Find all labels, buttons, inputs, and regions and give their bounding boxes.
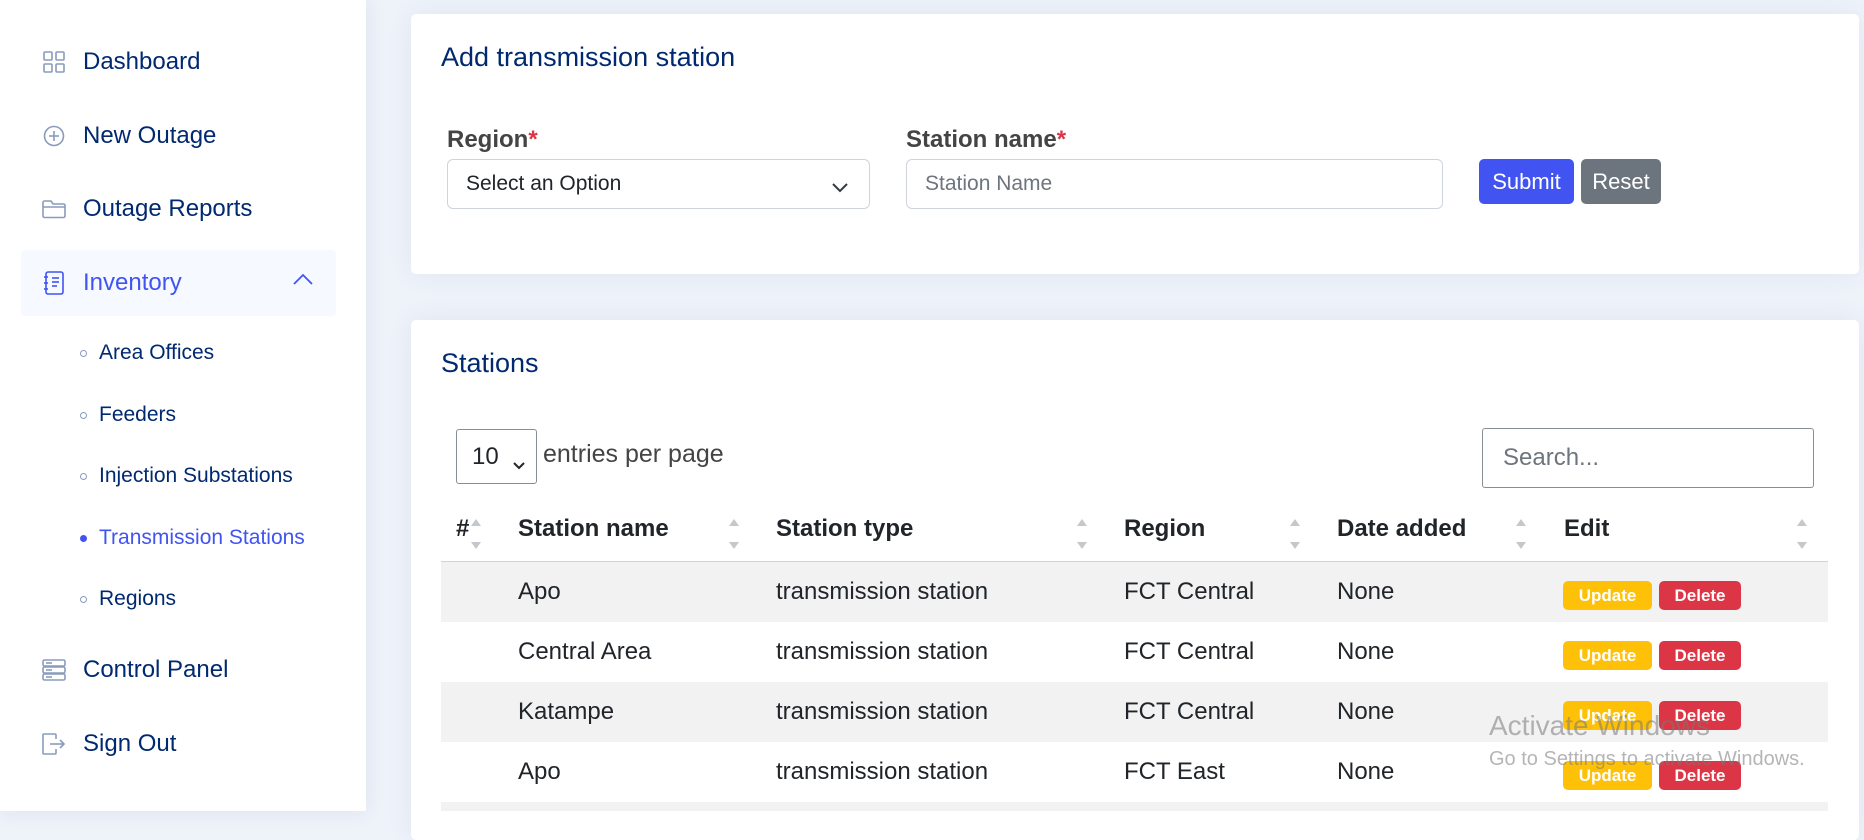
cell-region: FCT East (1124, 758, 1225, 785)
activate-windows-watermark: Activate Windows (1489, 710, 1710, 741)
entries-per-page-label: entries per page (543, 440, 724, 468)
cell-region: FCT Central (1124, 638, 1255, 665)
circle-icon (80, 595, 87, 603)
station-name-label: Station name* (906, 126, 1066, 154)
search-placeholder: Search... (1503, 444, 1600, 471)
column-header-region[interactable]: Region (1124, 515, 1205, 543)
add-station-card: Add transmission station (411, 14, 1859, 274)
sidebar-subitem-injection-substations[interactable]: Injection Substations (80, 456, 293, 496)
sidebar: Dashboard New Outage Outage Reports Inve… (0, 0, 366, 811)
sidebar-item-sign-out[interactable]: Sign Out (21, 711, 336, 777)
station-name-label-text: Station name (906, 126, 1057, 153)
sidebar-subitem-regions[interactable]: Regions (80, 579, 176, 619)
circle-icon (80, 472, 87, 480)
sidebar-item-new-outage[interactable]: New Outage (21, 103, 336, 169)
region-select-value: Select an Option (466, 172, 622, 195)
required-mark: * (528, 126, 538, 153)
box-arrow-right-icon (42, 732, 66, 756)
sidebar-item-label: New Outage (83, 122, 217, 149)
cell-station-type: transmission station (776, 758, 989, 785)
region-select[interactable]: Select an Option (447, 159, 870, 209)
card-title: Add transmission station (441, 42, 736, 72)
column-header-edit[interactable]: Edit (1564, 515, 1609, 543)
sort-icon[interactable] (1289, 517, 1301, 551)
cell-station-name: Apo (518, 578, 561, 605)
cell-station-name: Katampe (518, 698, 615, 725)
sort-icon[interactable] (728, 517, 740, 551)
cell-station-type: transmission station (776, 638, 989, 665)
column-header-station-type[interactable]: Station type (776, 515, 913, 543)
sidebar-item-label: Sign Out (83, 730, 177, 757)
region-label-text: Region (447, 126, 529, 153)
delete-button[interactable]: Delete (1659, 581, 1741, 610)
sidebar-subitem-feeders[interactable]: Feeders (80, 395, 176, 435)
sidebar-subitem-transmission-stations[interactable]: Transmission Stations (80, 518, 305, 558)
cell-region: FCT Central (1124, 578, 1255, 605)
folder-icon (42, 197, 66, 221)
sidebar-subitem-label: Regions (99, 587, 177, 610)
entries-per-page-select[interactable]: 10 (456, 429, 537, 484)
activate-windows-hint: Go to Settings to activate Windows. (1489, 748, 1805, 770)
cell-date-added: None (1337, 578, 1395, 605)
grid-icon (42, 50, 66, 74)
table-row (441, 802, 1828, 811)
sidebar-subitem-label: Injection Substations (99, 464, 293, 487)
sidebar-item-control-panel[interactable]: Control Panel (21, 637, 336, 703)
sidebar-subitem-label: Feeders (99, 403, 177, 426)
region-label: Region* (447, 126, 538, 154)
update-button[interactable]: Update (1563, 641, 1652, 670)
sidebar-subitem-label: Area Offices (99, 341, 215, 364)
plus-circle-icon (42, 124, 66, 148)
cell-region: FCT Central (1124, 698, 1255, 725)
table-row: Central Area transmission station FCT Ce… (441, 622, 1828, 682)
cell-date-added: None (1337, 638, 1395, 665)
required-mark: * (1056, 126, 1067, 153)
search-input[interactable]: Search... (1482, 428, 1814, 488)
update-button[interactable]: Update (1563, 581, 1652, 610)
card-title: Stations (441, 348, 539, 378)
circle-icon (80, 534, 87, 542)
column-header-station-name[interactable]: Station name (518, 515, 669, 543)
server-icon (42, 658, 66, 682)
entries-per-page-value: 10 (472, 442, 499, 470)
sidebar-subitem-label: Transmission Stations (99, 526, 305, 549)
sidebar-item-label: Control Panel (83, 656, 229, 683)
sort-icon[interactable] (1796, 517, 1808, 551)
sort-icon[interactable] (1515, 517, 1527, 551)
column-header-date-added[interactable]: Date added (1337, 515, 1466, 543)
submit-button[interactable]: Submit (1479, 159, 1574, 204)
sidebar-item-label: Inventory (83, 269, 182, 296)
chevron-down-icon (831, 176, 849, 200)
table-row: Apo transmission station FCT Central Non… (441, 562, 1828, 622)
cell-station-type: transmission station (776, 698, 989, 725)
column-header-number[interactable]: # (456, 515, 469, 543)
cell-date-added: None (1337, 758, 1395, 785)
sidebar-subitem-area-offices[interactable]: Area Offices (80, 333, 214, 373)
circle-icon (80, 411, 87, 419)
delete-button[interactable]: Delete (1659, 641, 1741, 670)
sidebar-item-inventory[interactable]: Inventory (21, 250, 336, 316)
reset-button[interactable]: Reset (1581, 159, 1661, 204)
cell-station-name: Apo (518, 758, 561, 785)
sort-icon[interactable] (1076, 517, 1088, 551)
cell-station-type: transmission station (776, 578, 989, 605)
sidebar-item-label: Outage Reports (83, 195, 253, 222)
chevron-down-icon (512, 450, 526, 478)
chevron-up-icon (292, 272, 314, 291)
sidebar-item-label: Dashboard (83, 48, 201, 75)
station-name-input[interactable]: Station Name (906, 159, 1443, 209)
cell-date-added: None (1337, 698, 1395, 725)
journal-icon (42, 271, 66, 295)
sort-icon[interactable] (470, 517, 482, 551)
cell-station-name: Central Area (518, 638, 652, 665)
circle-icon (80, 349, 87, 357)
sidebar-item-dashboard[interactable]: Dashboard (21, 29, 336, 95)
station-name-placeholder: Station Name (925, 172, 1053, 195)
sidebar-item-outage-reports[interactable]: Outage Reports (21, 176, 336, 242)
